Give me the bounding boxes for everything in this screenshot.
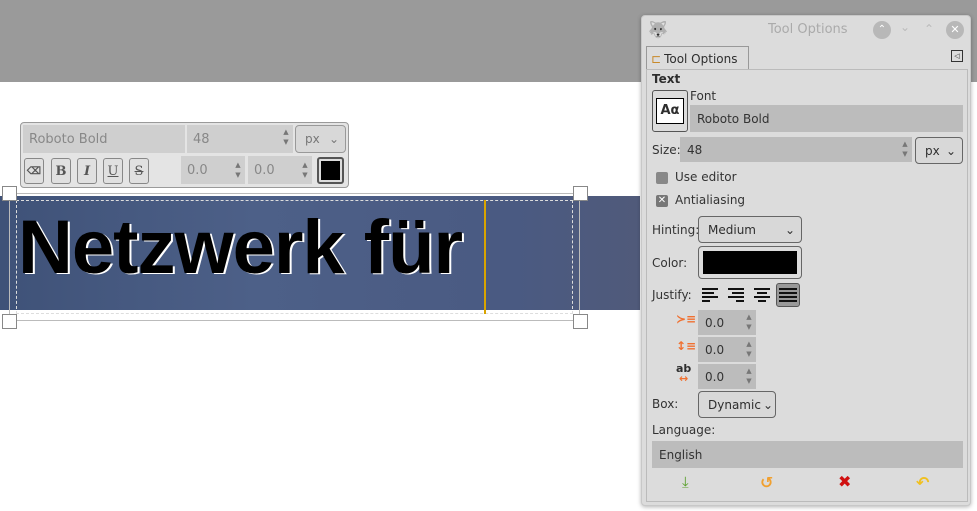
minimize-button[interactable]: ⌄ bbox=[900, 20, 910, 34]
spin-arrows[interactable]: ▲ ▼ bbox=[742, 312, 756, 332]
resize-handle-tl[interactable] bbox=[2, 186, 17, 201]
spin-arrows[interactable]: ▲ ▼ bbox=[279, 127, 293, 147]
kerning-value: 0.0 bbox=[254, 162, 275, 178]
box-combo[interactable]: Dynamic ⌄ bbox=[698, 391, 776, 418]
spin-arrows[interactable]: ▲ ▼ bbox=[742, 366, 756, 386]
size-value: 48 bbox=[687, 142, 703, 157]
tool-options-dialog: 🐺 Tool Options ⌃ ⌄ ⌃ ✕ ⊏ Tool Options ◁ T… bbox=[641, 15, 971, 506]
justify-fill-button[interactable] bbox=[776, 283, 800, 307]
easel-icon: ⊏ bbox=[651, 51, 662, 66]
keep-above-button[interactable]: ⌃ bbox=[873, 21, 891, 39]
box-value: Dynamic bbox=[708, 397, 761, 412]
font-field[interactable]: Roboto Bold bbox=[23, 125, 185, 153]
chevron-down-icon: ⌄ bbox=[945, 143, 956, 158]
color-label: Color: bbox=[652, 256, 688, 270]
chevron-down-icon: ⌄ bbox=[762, 397, 773, 412]
font-preview-button[interactable]: Aα bbox=[652, 90, 688, 132]
baseline-value: 0.0 bbox=[187, 162, 208, 178]
justify-center-icon[interactable] bbox=[752, 285, 772, 305]
color-button[interactable] bbox=[317, 157, 344, 184]
size-unit-value: px bbox=[925, 143, 940, 158]
bold-button[interactable]: B bbox=[51, 158, 71, 184]
letter-spacing-icon: ab ↔ bbox=[676, 362, 692, 385]
section-title: Text bbox=[652, 72, 681, 86]
maximize-button[interactable]: ⌃ bbox=[924, 22, 934, 36]
size-value: 48 bbox=[193, 131, 210, 147]
line-spacing-icon: ↕≡ bbox=[676, 339, 697, 353]
dialog-title: Tool Options bbox=[768, 22, 848, 37]
italic-button[interactable]: I bbox=[77, 158, 97, 184]
antialiasing-label: Antialiasing bbox=[675, 193, 746, 207]
use-editor-label: Use editor bbox=[675, 170, 737, 184]
save-preset-icon[interactable]: ⤓ bbox=[682, 473, 689, 491]
tab-tool-options[interactable]: ⊏ Tool Options bbox=[646, 46, 749, 70]
baseline-field[interactable]: 0.0 ▲ ▼ bbox=[181, 156, 245, 184]
language-label: Language: bbox=[652, 423, 716, 437]
spin-arrows[interactable]: ▲ ▼ bbox=[298, 160, 312, 180]
letter-spacing-input[interactable]: 0.0 ▲ ▼ bbox=[698, 364, 756, 389]
clear-style-button[interactable]: ⌫ bbox=[24, 158, 44, 184]
antialiasing-checkbox[interactable]: ✕ bbox=[656, 195, 668, 207]
unit-combo[interactable]: px ⌄ bbox=[295, 125, 346, 153]
size-field[interactable]: 48 ▲ ▼ bbox=[187, 125, 293, 153]
size-input[interactable]: 48 ▲ ▼ bbox=[680, 137, 912, 162]
resize-handle-br[interactable] bbox=[573, 314, 588, 329]
justify-label: Justify: bbox=[652, 288, 692, 302]
strikethrough-button[interactable]: S bbox=[129, 158, 149, 184]
options-panel bbox=[646, 69, 968, 502]
line-spacing-input[interactable]: 0.0 ▲ ▼ bbox=[698, 337, 756, 362]
justify-right-icon[interactable] bbox=[726, 285, 746, 305]
size-unit-combo[interactable]: px ⌄ bbox=[915, 137, 963, 164]
color-swatch bbox=[703, 251, 797, 274]
line-spacing-value: 0.0 bbox=[705, 342, 725, 357]
underline-button[interactable]: U bbox=[103, 158, 123, 184]
restore-preset-icon[interactable]: ↺ bbox=[760, 473, 773, 492]
tab-label: Tool Options bbox=[664, 51, 738, 66]
chevron-down-icon: ⌄ bbox=[784, 222, 795, 237]
clear-icon: ⌫ bbox=[26, 165, 42, 177]
indent-input[interactable]: 0.0 ▲ ▼ bbox=[698, 310, 756, 335]
spin-arrows[interactable]: ▲ ▼ bbox=[898, 139, 912, 159]
delete-preset-icon[interactable]: ✖ bbox=[838, 472, 851, 491]
unit-value: px bbox=[305, 132, 320, 146]
reset-icon[interactable]: ↶ bbox=[916, 473, 929, 492]
hinting-value: Medium bbox=[708, 222, 756, 237]
size-label: Size: bbox=[652, 143, 681, 157]
kerning-field[interactable]: 0.0 ▲ ▼ bbox=[248, 156, 312, 184]
letter-spacing-value: 0.0 bbox=[705, 369, 725, 384]
chevron-down-icon: ⌄ bbox=[328, 132, 339, 146]
font-label: Font bbox=[690, 89, 717, 103]
use-editor-checkbox[interactable] bbox=[656, 172, 668, 184]
font-preview: Aα bbox=[656, 98, 684, 124]
tab-menu-icon[interactable]: ◁ bbox=[951, 50, 963, 62]
font-input[interactable]: Roboto Bold bbox=[690, 105, 963, 132]
indent-value: 0.0 bbox=[705, 315, 725, 330]
indent-icon: ≻≡ bbox=[676, 312, 697, 326]
spin-arrows[interactable]: ▲ ▼ bbox=[742, 339, 756, 359]
box-label: Box: bbox=[652, 397, 679, 411]
text-box-inner bbox=[16, 200, 573, 314]
justify-left-icon[interactable] bbox=[700, 285, 720, 305]
language-input[interactable]: English bbox=[652, 441, 963, 468]
text-cursor bbox=[484, 200, 486, 314]
on-canvas-text-toolbar: Roboto Bold 48 ▲ ▼ px ⌄ ⌫ B I U S 0.0 ▲ ▼ 0.0… bbox=[20, 122, 349, 188]
hinting-label: Hinting: bbox=[652, 223, 700, 237]
gimp-logo-icon: 🐺 bbox=[648, 20, 668, 39]
color-swatch bbox=[321, 161, 340, 180]
spin-arrows[interactable]: ▲ ▼ bbox=[231, 160, 245, 180]
close-button[interactable]: ✕ bbox=[946, 21, 964, 39]
color-button[interactable] bbox=[698, 246, 802, 279]
resize-handle-tr[interactable] bbox=[573, 186, 588, 201]
resize-handle-bl[interactable] bbox=[2, 314, 17, 329]
hinting-combo[interactable]: Medium ⌄ bbox=[698, 216, 802, 243]
